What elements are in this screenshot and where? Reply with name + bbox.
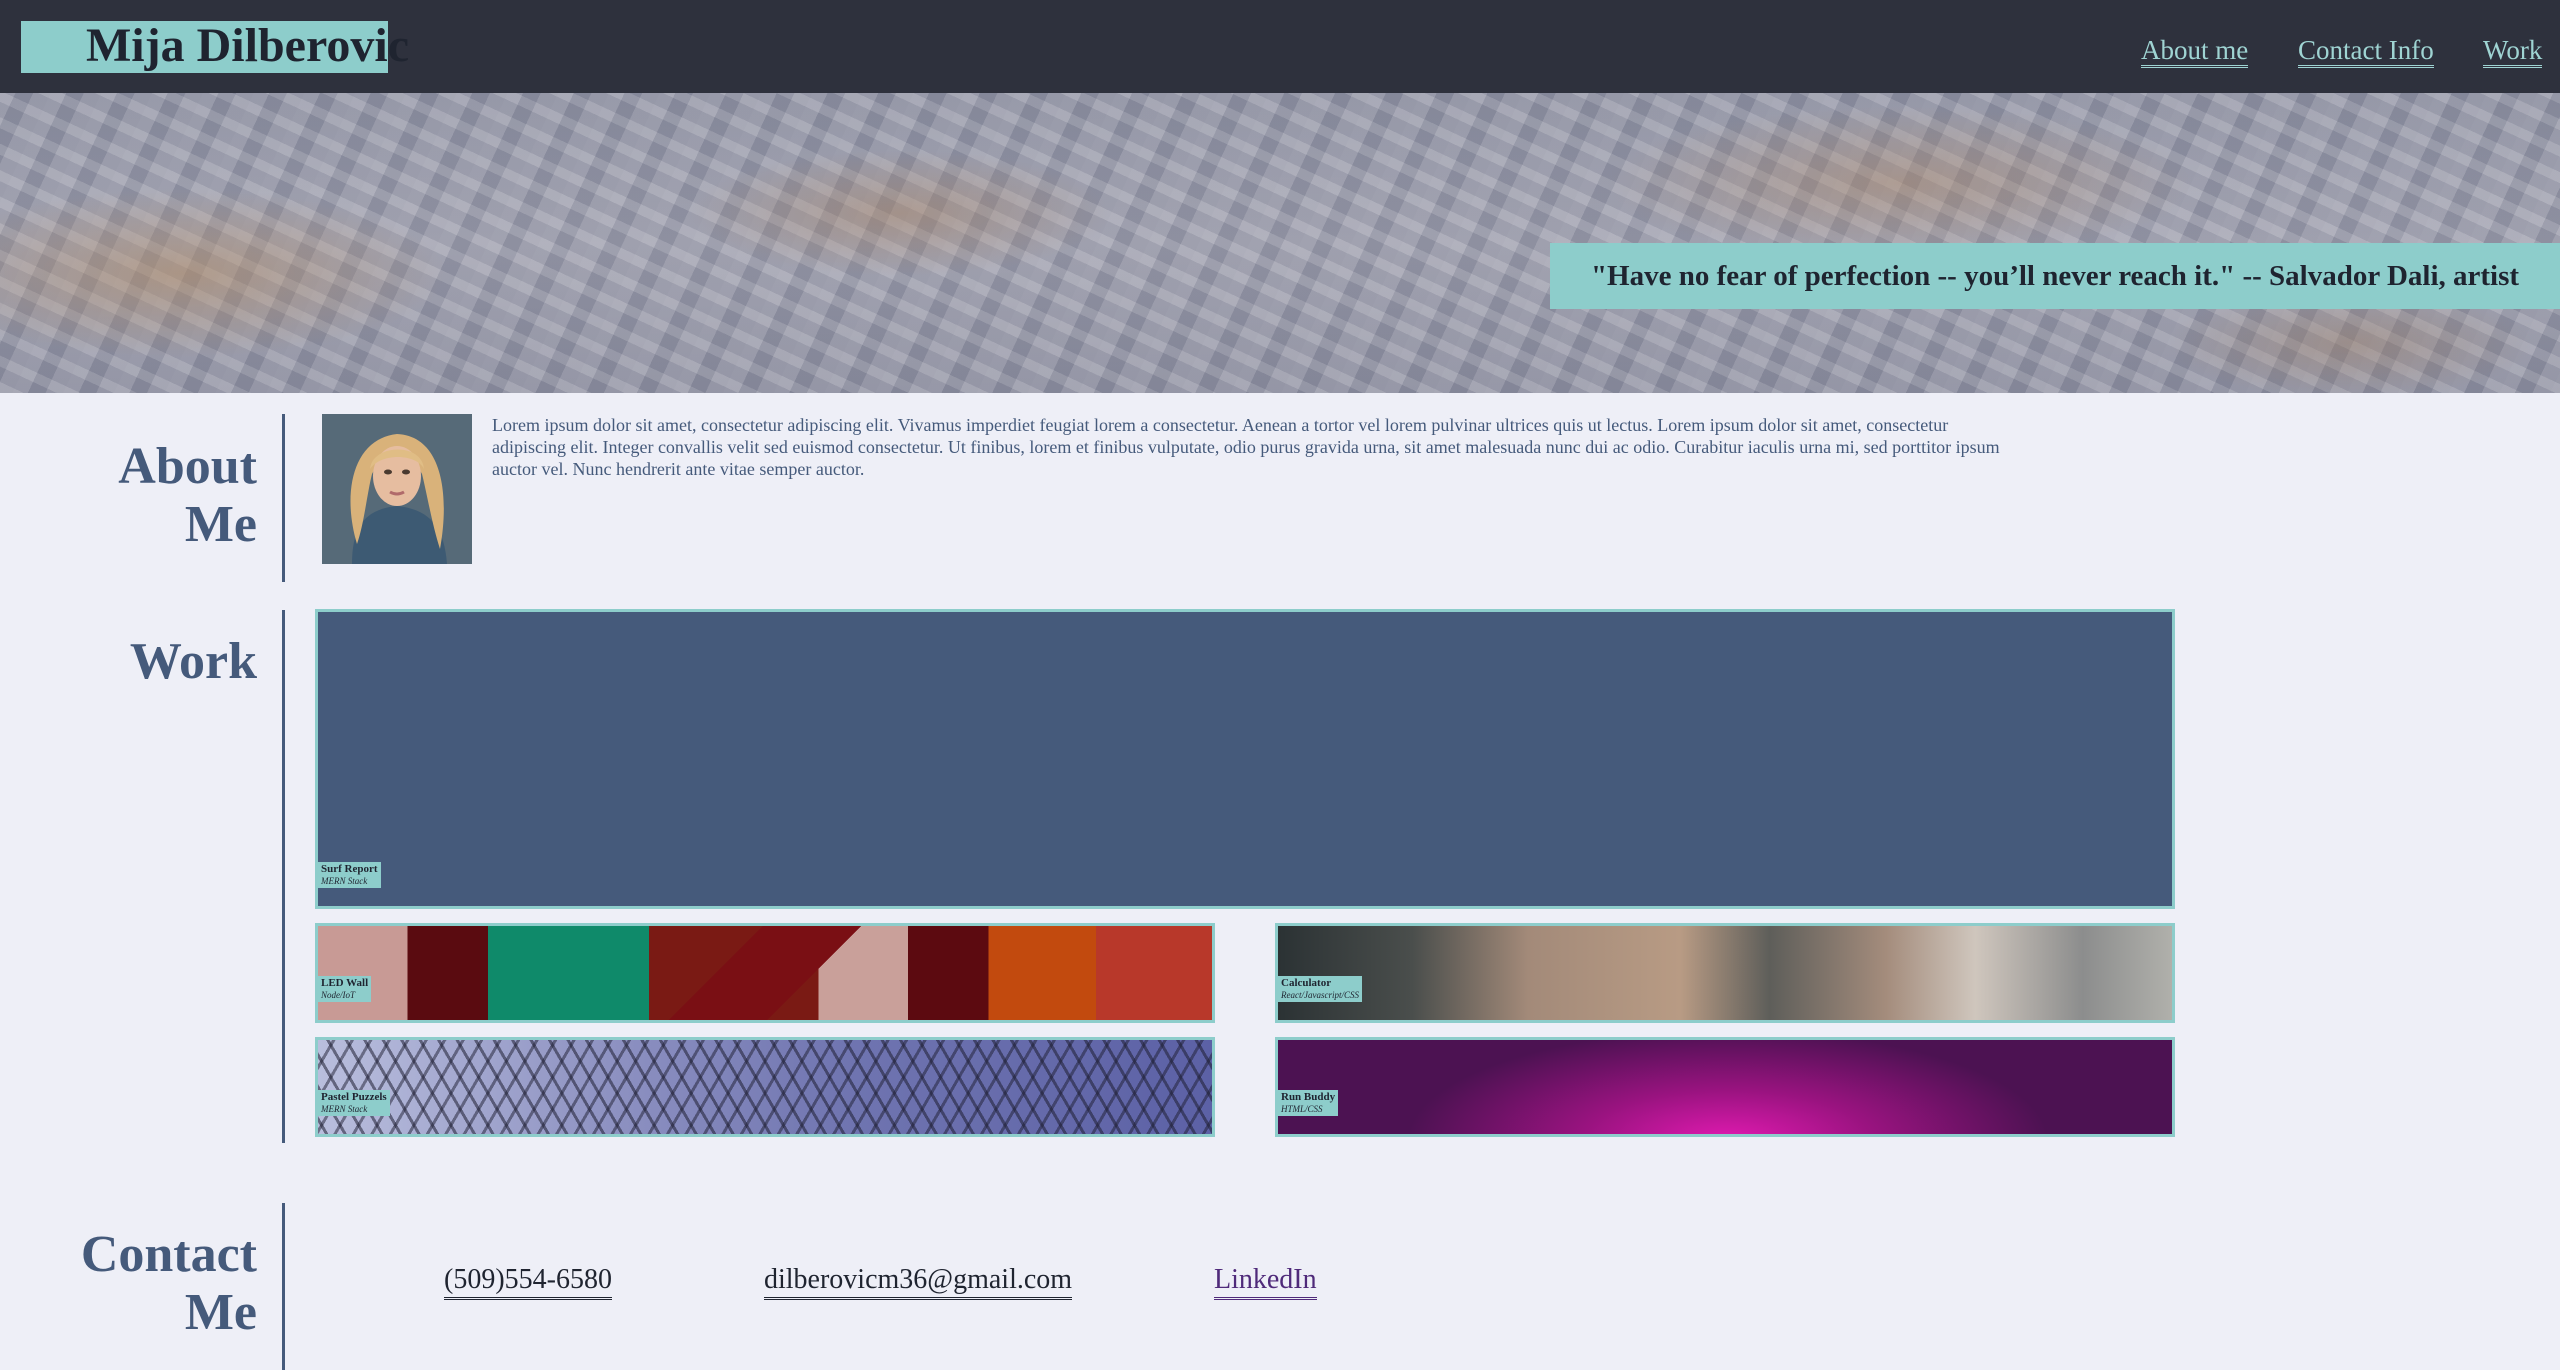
project-label: Pastel Puzzels MERN Stack <box>318 1090 390 1116</box>
project-label: LED Wall Node/IoT <box>318 976 372 1002</box>
hero-quote-box: "Have no fear of perfection -- you’ll ne… <box>1550 243 2560 309</box>
project-card-surf-report[interactable]: Surf Report MERN Stack <box>315 609 2175 909</box>
contact-section-title: Contact Me <box>40 1226 257 1342</box>
project-title: Run Buddy <box>1281 1091 1336 1103</box>
site-header: Mija Dilberovic About me Contact Info Wo… <box>0 0 2560 93</box>
about-title-line1: About <box>118 438 257 495</box>
work-section-title: Work <box>129 633 257 690</box>
project-tech: MERN Stack <box>321 876 368 886</box>
project-card-calculator[interactable]: Calculator React/Javascript/CSS <box>1275 923 2175 1023</box>
nav-link-about-me[interactable]: About me <box>2141 35 2249 68</box>
project-tech: MERN Stack <box>321 1104 368 1114</box>
profile-photo <box>322 414 472 564</box>
about-description: Lorem ipsum dolor sit amet, consectetur … <box>492 415 2000 479</box>
contact-email-link[interactable]: dilberovicm36@gmail.com <box>764 1263 1073 1300</box>
project-label: Surf Report MERN Stack <box>318 862 381 888</box>
project-label: Calculator React/Javascript/CSS <box>1278 976 1362 1002</box>
contact-phone-link[interactable]: (509)554-6580 <box>444 1263 612 1300</box>
project-title: Calculator <box>1281 977 1332 989</box>
project-card-pastel-puzzels[interactable]: Pastel Puzzels MERN Stack <box>315 1037 1215 1137</box>
hero-quote: "Have no fear of perfection -- you’ll ne… <box>1590 260 2520 292</box>
project-card-led-wall[interactable]: LED Wall Node/IoT <box>315 923 1215 1023</box>
site-title: Mija Dilberovic <box>86 19 410 72</box>
project-tech: Node/IoT <box>321 990 356 1000</box>
project-title: Surf Report <box>321 863 378 875</box>
profile-photo-image <box>322 414 472 564</box>
nav-link-work[interactable]: Work <box>2483 35 2543 68</box>
contact-title-line1: Contact <box>80 1226 257 1283</box>
about-title-line2: Me <box>184 496 257 553</box>
project-tech: React/Javascript/CSS <box>1281 990 1359 1000</box>
contact-divider <box>282 1203 285 1370</box>
project-label: Run Buddy HTML/CSS <box>1278 1090 1339 1116</box>
project-title: Pastel Puzzels <box>321 1091 387 1103</box>
project-card-run-buddy[interactable]: Run Buddy HTML/CSS <box>1275 1037 2175 1137</box>
hero-banner: "Have no fear of perfection -- you’ll ne… <box>0 93 2560 393</box>
nav-link-contact-info[interactable]: Contact Info <box>2298 35 2434 68</box>
project-tech: HTML/CSS <box>1281 1104 1323 1114</box>
about-divider <box>282 414 285 582</box>
about-section-title: About Me <box>60 438 257 554</box>
project-title: LED Wall <box>321 977 369 989</box>
contact-title-line2: Me <box>184 1284 257 1341</box>
work-divider <box>282 610 285 1143</box>
contact-linkedin-link[interactable]: LinkedIn <box>1214 1263 1317 1300</box>
